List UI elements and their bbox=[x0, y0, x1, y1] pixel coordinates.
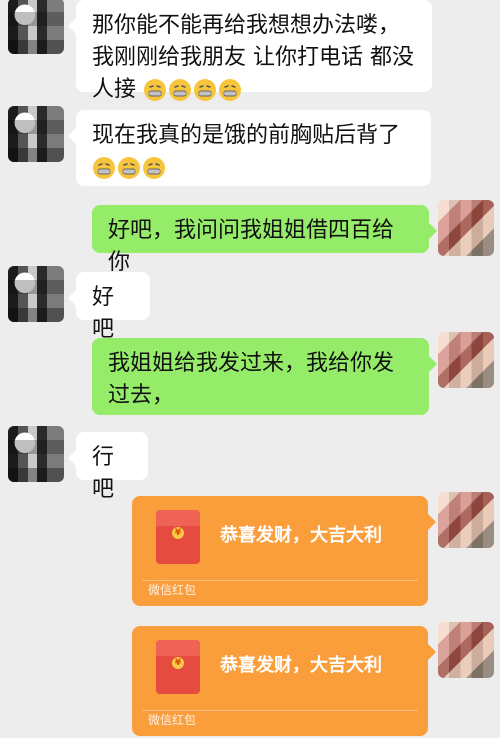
red-packet-top-2: ¥ 恭喜发财，大吉大利 bbox=[132, 626, 428, 710]
avatar-left-3 bbox=[8, 266, 64, 322]
avatar-right-1 bbox=[438, 200, 494, 256]
red-packet-2[interactable]: ¥ 恭喜发财，大吉大利 微信红包 bbox=[132, 626, 436, 736]
grimacing-face-icon bbox=[118, 157, 140, 179]
yuan-coin-icon: ¥ bbox=[172, 527, 184, 539]
red-packet-title-1: 恭喜发财，大吉大利 bbox=[220, 525, 382, 546]
avatar-right-2 bbox=[438, 332, 494, 388]
avatar-left-2 bbox=[8, 106, 64, 162]
grimacing-face-icon bbox=[169, 79, 192, 101]
avatar-right-3 bbox=[438, 492, 494, 548]
grimacing-face-icon bbox=[194, 79, 217, 101]
message-bubble-3: 好吧，我问问我姐姐借四百给你 bbox=[92, 205, 437, 275]
message-bubble-6: 行吧 bbox=[68, 432, 148, 502]
red-packet-icon-1: ¥ bbox=[156, 510, 200, 564]
avatar-left-1 bbox=[8, 0, 64, 54]
message-text-1: 那你能不能再给我想想办法喽，我刚刚给我朋友 让你打电话 都没人接 bbox=[92, 13, 414, 102]
red-packet-divider-1 bbox=[142, 580, 418, 581]
message-text-3: 好吧，我问问我姐姐借四百给你 bbox=[108, 218, 395, 275]
message-bubble-2: 现在我真的是饿的前胸贴后背了 bbox=[68, 110, 431, 186]
red-packet-title-2: 恭喜发财，大吉大利 bbox=[220, 655, 382, 676]
avatar-right-4 bbox=[438, 622, 494, 678]
red-packet-top-1: ¥ 恭喜发财，大吉大利 bbox=[132, 496, 428, 580]
message-bubble-1: 那你能不能再给我想想办法喽，我刚刚给我朋友 让你打电话 都没人接 bbox=[68, 0, 432, 102]
red-packet-footer-1: 微信红包 bbox=[148, 583, 197, 597]
grimacing-face-icon bbox=[144, 79, 167, 101]
grimacing-face-icon bbox=[93, 157, 115, 179]
yuan-coin-icon: ¥ bbox=[172, 657, 184, 669]
message-text-6: 行吧 bbox=[92, 445, 115, 502]
grimacing-face-icon bbox=[143, 157, 165, 179]
chat-screen: 那你能不能再给我想想办法喽，我刚刚给我朋友 让你打电话 都没人接 现在我真的是饿… bbox=[0, 0, 500, 738]
emoji-row-2 bbox=[92, 156, 166, 180]
message-bubble-5: 我姐姐给我发过来，我给你发过去， bbox=[92, 338, 437, 415]
grimacing-face-icon bbox=[219, 79, 242, 101]
avatar-left-4 bbox=[8, 426, 64, 482]
red-packet-divider-2 bbox=[142, 710, 418, 711]
red-packet-footer-2: 微信红包 bbox=[148, 713, 197, 727]
message-bubble-4: 好吧 bbox=[68, 272, 150, 342]
message-text-4: 好吧 bbox=[92, 285, 115, 342]
red-packet-1[interactable]: ¥ 恭喜发财，大吉大利 微信红包 bbox=[132, 496, 436, 606]
message-text-2: 现在我真的是饿的前胸贴后背了 bbox=[92, 123, 401, 148]
message-text-5: 我姐姐给我发过来，我给你发过去， bbox=[108, 351, 395, 408]
red-packet-icon-2: ¥ bbox=[156, 640, 200, 694]
emoji-row-1 bbox=[143, 78, 242, 102]
